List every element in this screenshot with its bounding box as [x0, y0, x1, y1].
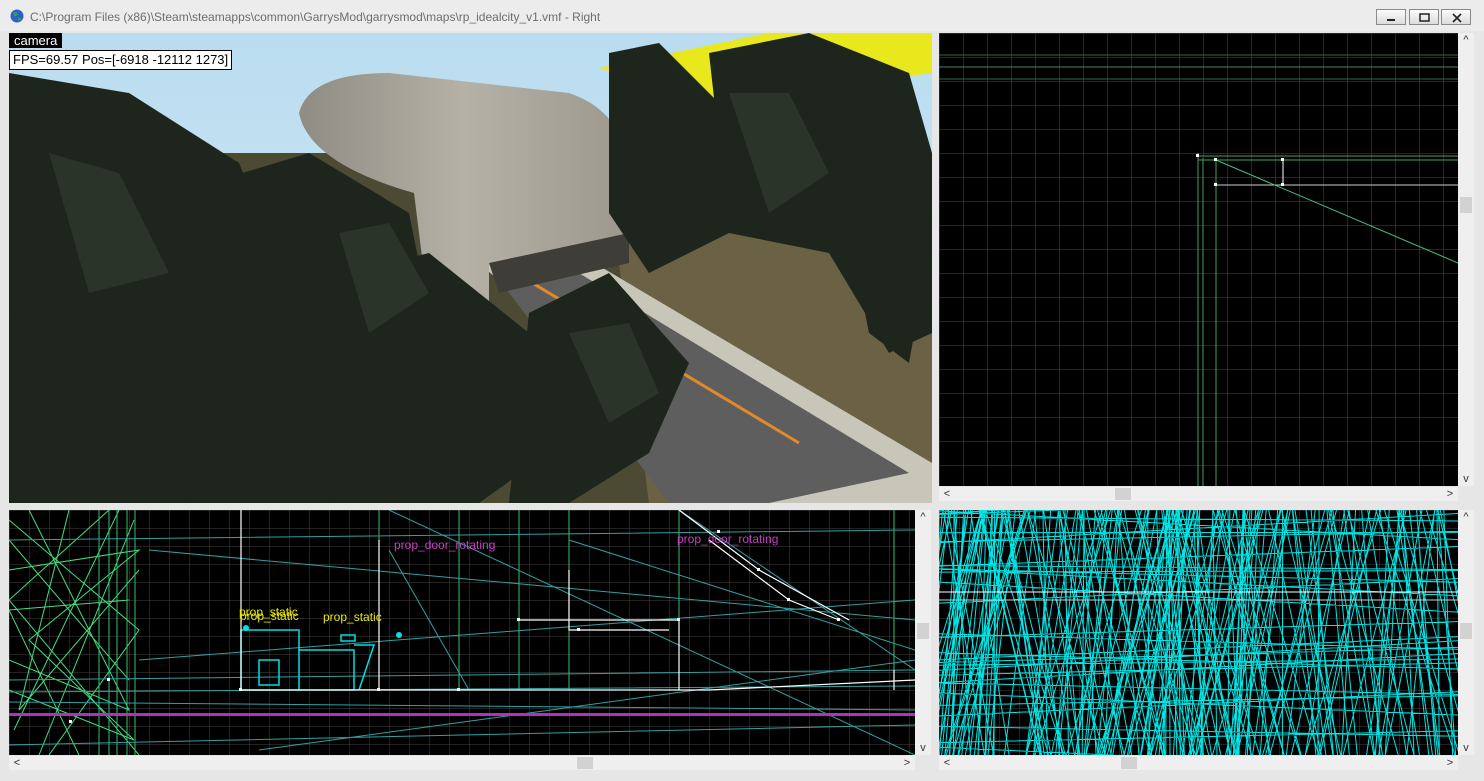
camera-viewport[interactable]: camera FPS=69.57 Pos=[-6918 -12112 1273] — [9, 33, 932, 503]
front-horizontal-scrollbar[interactable]: < > — [939, 756, 1458, 770]
globe-icon — [10, 9, 24, 23]
minimize-button[interactable] — [1376, 9, 1406, 25]
scroll-thumb[interactable] — [1115, 488, 1131, 500]
scroll-right-arrow[interactable]: > — [899, 756, 915, 770]
scroll-thumb[interactable] — [577, 757, 593, 769]
scroll-thumb[interactable] — [1460, 197, 1472, 213]
scroll-down-arrow[interactable]: v — [1458, 472, 1474, 486]
top-right-vertical-scrollbar[interactable]: ^ v — [1458, 33, 1474, 486]
scroll-left-arrow[interactable]: < — [9, 756, 25, 770]
entity-label: prop_door_rotating — [394, 538, 496, 552]
scroll-up-arrow[interactable]: ^ — [1458, 33, 1474, 47]
top-right-grid — [939, 33, 1458, 486]
fps-position-readout: FPS=69.57 Pos=[-6918 -12112 1273] — [9, 50, 233, 70]
front-vertical-scrollbar[interactable]: ^ v — [1458, 510, 1474, 755]
title-bar: C:\Program Files (x86)\Steam\steamapps\c… — [0, 0, 1484, 31]
camera-label: camera — [9, 33, 63, 48]
front-view-grid — [939, 510, 1458, 755]
scroll-right-arrow[interactable]: > — [1442, 487, 1458, 501]
entity-label: prop_static — [323, 610, 382, 624]
scroll-down-arrow[interactable]: v — [915, 741, 931, 755]
minimize-icon — [1387, 19, 1395, 21]
scroll-thumb[interactable] — [917, 623, 929, 639]
scroll-left-arrow[interactable]: < — [939, 487, 955, 501]
restore-button[interactable] — [1409, 9, 1439, 25]
side-horizontal-scrollbar[interactable]: < > — [9, 756, 915, 770]
scroll-left-arrow[interactable]: < — [939, 756, 955, 770]
side-2d-viewport[interactable]: prop_static prop_static prop_static prop… — [9, 510, 915, 755]
scroll-thumb[interactable] — [1121, 757, 1137, 769]
close-button[interactable] — [1441, 9, 1471, 25]
top-right-horizontal-scrollbar[interactable]: < > — [939, 487, 1458, 501]
front-2d-viewport[interactable] — [939, 510, 1458, 755]
restore-icon — [1419, 13, 1430, 22]
scroll-down-arrow[interactable]: v — [1458, 741, 1474, 755]
top-right-2d-viewport[interactable] — [939, 33, 1458, 486]
camera-scene — [9, 33, 932, 503]
entity-label: prop_door_rotating — [677, 532, 779, 546]
scroll-up-arrow[interactable]: ^ — [915, 510, 931, 524]
close-icon — [1452, 13, 1462, 23]
window-title: C:\Program Files (x86)\Steam\steamapps\c… — [30, 10, 601, 24]
side-vertical-scrollbar[interactable]: ^ v — [915, 510, 931, 755]
scroll-up-arrow[interactable]: ^ — [1458, 510, 1474, 524]
entity-label: prop_static — [240, 609, 299, 623]
scroll-thumb[interactable] — [1460, 623, 1472, 639]
scroll-right-arrow[interactable]: > — [1442, 756, 1458, 770]
